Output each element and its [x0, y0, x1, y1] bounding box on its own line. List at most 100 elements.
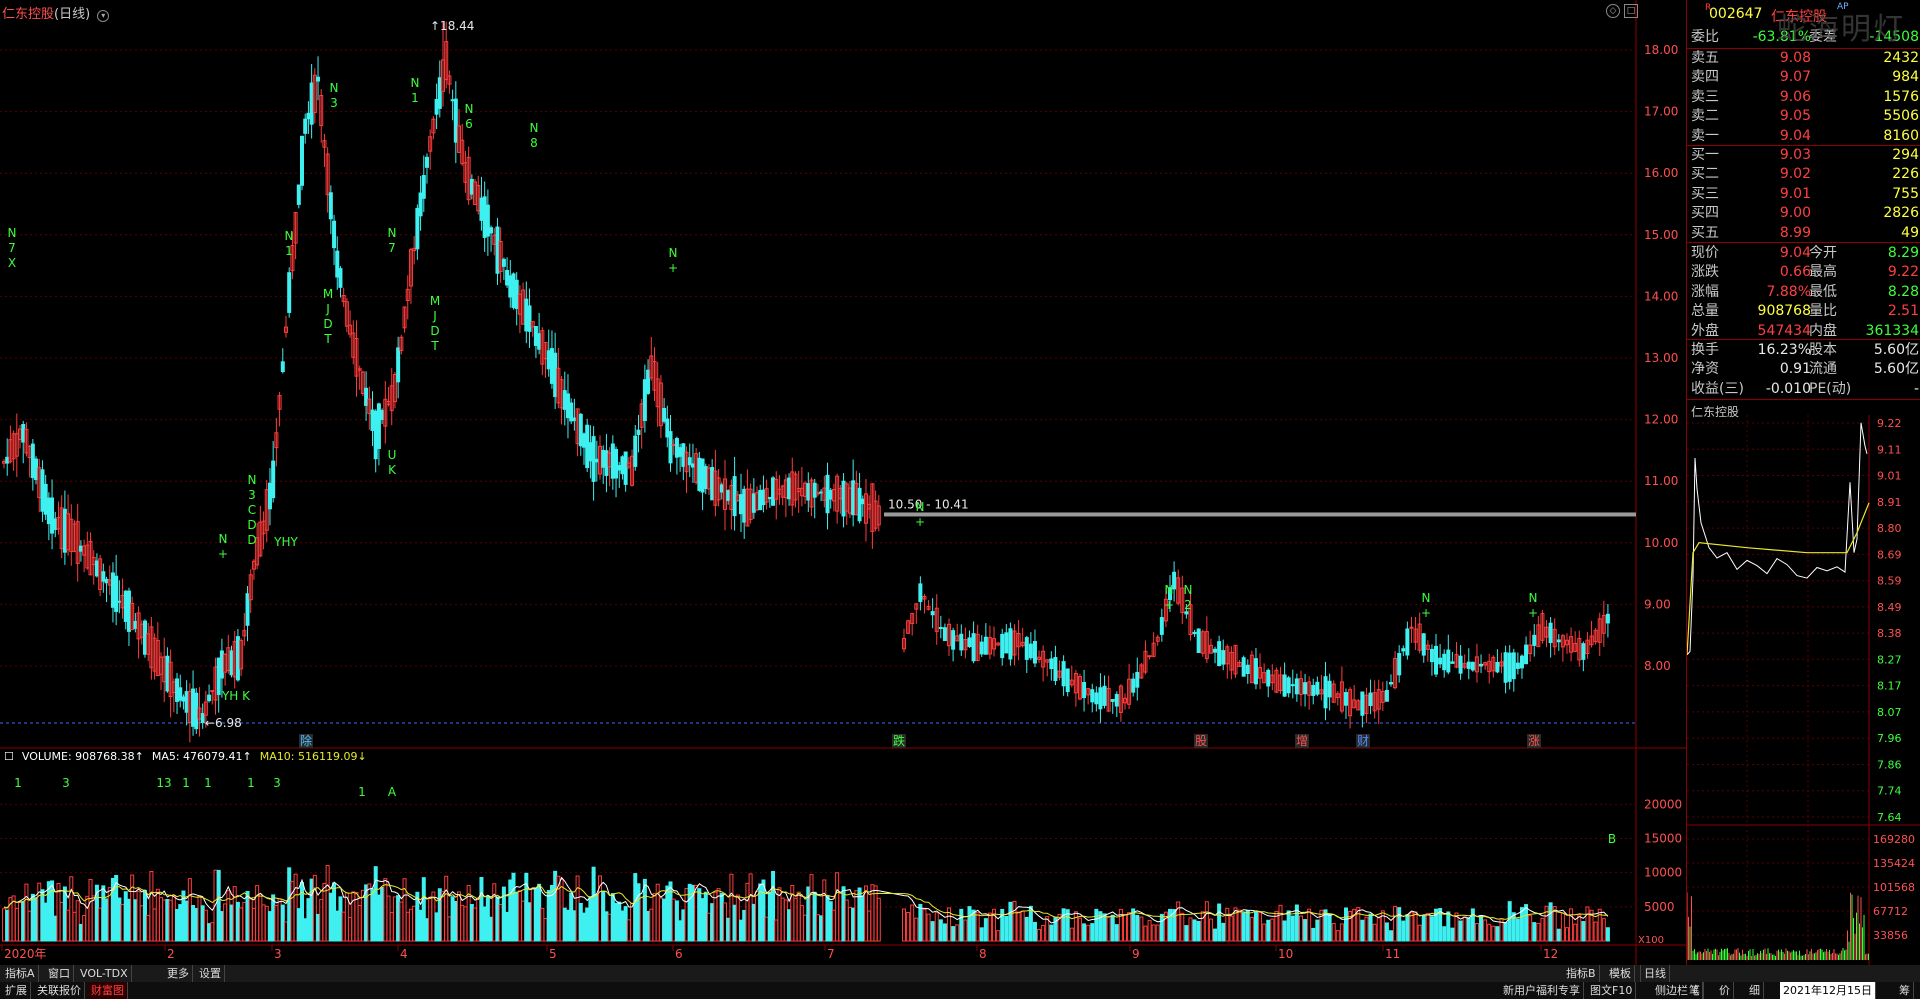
volume-bar [101, 885, 106, 942]
date-field[interactable]: 2021年12月15日 [1780, 982, 1876, 999]
signal-label: N [465, 102, 474, 116]
candle-body [450, 99, 455, 102]
indicator-tab[interactable]: 指标B [1563, 965, 1600, 982]
volume-bar [796, 891, 801, 942]
volume-bar [1585, 906, 1590, 942]
intraday-price-label: 7.96 [1877, 732, 1902, 745]
volume-bar [831, 909, 836, 942]
volume-bar [771, 870, 776, 942]
candle-body [418, 192, 423, 217]
chevron-down-icon[interactable]: ▾ [97, 10, 110, 22]
price-tick-label: 14.00 [1644, 289, 1678, 303]
volume-bar [578, 902, 583, 942]
indicator-tab[interactable]: 设置 [196, 965, 225, 982]
candle-body [1311, 684, 1316, 696]
candle-body [578, 413, 583, 447]
volume-bar [280, 904, 285, 942]
candle-body [364, 387, 369, 406]
volume-bar [1564, 927, 1569, 942]
volume-bar [841, 886, 846, 942]
jia-tab[interactable]: 价 [1716, 982, 1734, 999]
indicator-tab[interactable]: 模板 [1606, 965, 1635, 982]
volume-bar [303, 918, 308, 942]
function-tab[interactable]: 财富图 [88, 982, 128, 999]
candle-body [117, 600, 122, 603]
quote-volume: 755 [1892, 185, 1919, 202]
volume-bar [1151, 924, 1156, 942]
candle-body [489, 227, 494, 234]
candle-body [1429, 648, 1434, 663]
volume-bar [710, 903, 715, 942]
event-tag: 股 [1195, 734, 1207, 748]
volume-bar [1360, 919, 1365, 942]
intraday-price-label: 7.86 [1877, 758, 1902, 771]
volume-bar [565, 909, 570, 942]
intraday-chart[interactable]: 9.22 9.11 9.01 8.91 8.80 8.69 8.59 8.49 8.38 8.27… [1687, 415, 1920, 965]
volume-bar [572, 910, 577, 942]
volume-bar [863, 885, 868, 942]
volume-bar [357, 904, 362, 942]
candle-body [1290, 684, 1295, 687]
diamond-icon[interactable]: ◇ [1606, 4, 1620, 18]
kline-svg[interactable]: 18.0017.0016.0015.0014.0013.0012.0011.00… [0, 0, 1686, 965]
signal-label: 3 [248, 488, 256, 502]
indicator-tab[interactable]: 指标A [2, 965, 39, 982]
volume-bar [69, 876, 74, 942]
stat-value: -0.010 [1765, 380, 1811, 397]
stat-value: 5.60亿 [1873, 342, 1919, 358]
candle-body [229, 650, 234, 676]
indicator-tab[interactable]: 窗口 [45, 965, 74, 982]
signal-label: N [388, 226, 397, 240]
volume-bar [1290, 915, 1295, 942]
function-tab[interactable]: 关联报价 [34, 982, 85, 999]
volume-bar [1515, 918, 1520, 942]
candle-body [424, 156, 429, 168]
volume-bar [351, 891, 356, 942]
volume-signal-label: 1 [358, 785, 366, 799]
indicator-tab[interactable]: VOL-TDX [77, 965, 132, 982]
kline-chart-area[interactable]: 18.00 17.00 16.00 15.00 14.00 13.00 12.00 11.00… [0, 0, 1686, 965]
candle-body [527, 305, 532, 332]
volume-bar [139, 905, 144, 942]
candle-body [40, 469, 45, 512]
quote-label: 买四 [1691, 205, 1719, 222]
volume-bar [963, 919, 968, 942]
function-tab[interactable]: 图文F10 [1587, 982, 1637, 999]
volume-bar [1446, 911, 1451, 942]
volume-bar [1192, 919, 1197, 942]
xi-tab[interactable]: 细 [1746, 982, 1764, 999]
function-tab[interactable]: 新用户福利专享 [1500, 982, 1584, 999]
volume-bar [1528, 915, 1533, 942]
volume-bar [418, 909, 423, 942]
candle-body [617, 465, 622, 471]
signal-label: N [669, 246, 678, 260]
indicator-tab[interactable]: 更多 [164, 965, 193, 982]
volume-bar [1573, 923, 1578, 942]
volume-bar [697, 888, 702, 942]
volume-bar [216, 869, 221, 942]
volume-bar [610, 893, 615, 942]
candle-body [514, 279, 519, 309]
volume-bar [1032, 921, 1037, 942]
candle-body [1470, 661, 1475, 671]
volume-bar [569, 892, 574, 942]
volume-bar [184, 900, 189, 942]
candle-body [758, 489, 763, 511]
volume-bar [187, 878, 192, 942]
window-icon[interactable]: □ [1624, 4, 1638, 18]
candle-body [200, 713, 205, 724]
chou-tab[interactable]: 筹 [1896, 982, 1914, 999]
quote-label: 买五 [1691, 224, 1719, 241]
volume-bar [755, 890, 760, 942]
volume-bar [674, 900, 679, 942]
volume-bar [508, 879, 513, 942]
bi-tab[interactable]: 笔 [1686, 982, 1704, 999]
function-tab[interactable]: 扩展 [2, 982, 31, 999]
volume-bar [43, 902, 48, 942]
candle-body [181, 696, 186, 702]
stat-label: 外盘 [1691, 322, 1719, 339]
candle-body [1524, 644, 1529, 665]
stat-value: 361334 [1865, 322, 1919, 339]
daily-tab[interactable]: 日线 [1640, 965, 1670, 982]
candle-body [453, 98, 458, 143]
